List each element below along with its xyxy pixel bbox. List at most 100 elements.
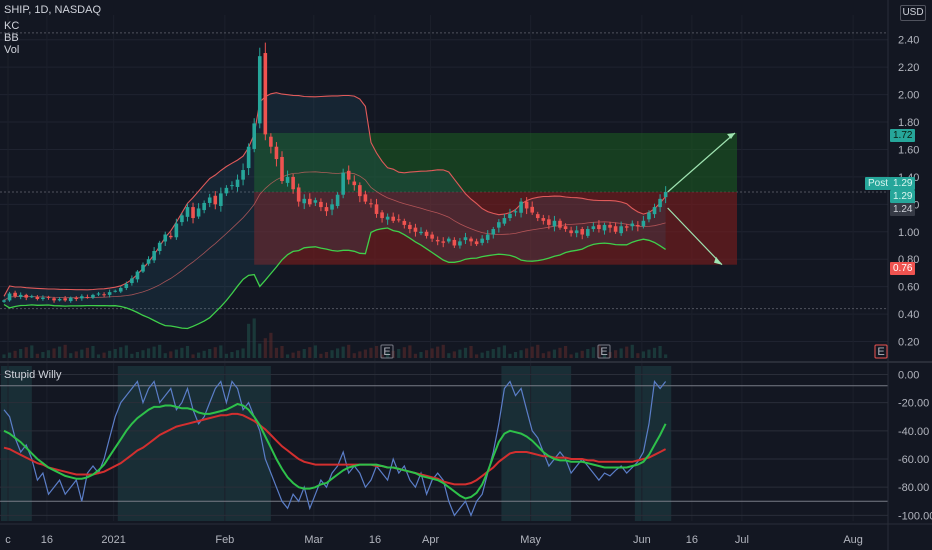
candle-body [57, 299, 62, 301]
currency-button[interactable]: USD [900, 5, 926, 21]
volume-bar [408, 345, 412, 358]
volume-bar [502, 345, 506, 358]
osc-tick-label: -20.00 [898, 398, 929, 410]
time-tick-label: 2021 [101, 534, 125, 546]
volume-bar [180, 347, 184, 358]
volume-bar [58, 346, 62, 358]
volume-bar [664, 354, 668, 358]
oscillator-title[interactable]: Stupid Willy [4, 369, 61, 381]
position-label-tag: Post [865, 177, 892, 190]
volume-bar [447, 353, 451, 358]
volume-bar [269, 332, 273, 358]
volume-bar [641, 351, 645, 358]
candle-body [430, 234, 434, 239]
candle-body [63, 298, 67, 301]
volume-bar [541, 353, 545, 358]
candle-body [146, 259, 151, 264]
time-tick-label: Aug [843, 534, 863, 546]
volume-bar [658, 346, 662, 358]
price-tick-label: 1.60 [898, 144, 919, 156]
candle-body [563, 226, 568, 230]
volume-bar [135, 352, 140, 358]
volume-bar [158, 344, 162, 358]
volume-bar [280, 346, 284, 358]
volume-bar [46, 350, 51, 358]
indicator-bb-label[interactable]: BB [4, 32, 19, 44]
price-tick-label: 2.40 [898, 35, 919, 47]
symbol-title[interactable]: SHIP, 1D, NASDAQ [4, 4, 101, 16]
volume-bar [419, 352, 423, 358]
candle-body [608, 224, 612, 228]
volume-bar [475, 354, 479, 358]
indicator-lines-layer [3, 92, 667, 330]
candle-body [447, 238, 451, 242]
candle-body [18, 294, 23, 297]
candle-body [13, 292, 17, 297]
volume-bar [52, 348, 56, 358]
volume-layer [2, 318, 668, 358]
candle-body [380, 212, 384, 219]
indicator-vol-label[interactable]: Vol [4, 44, 19, 56]
time-tick-label: 16 [41, 534, 53, 546]
volume-bar [652, 347, 657, 358]
candle-body [207, 197, 212, 203]
candle-body [202, 202, 206, 211]
candle-body [580, 229, 585, 235]
volume-bar [80, 349, 84, 358]
candle-body [274, 146, 279, 160]
volume-bar [124, 345, 128, 358]
chart-canvas[interactable]: 0.200.400.600.801.001.201.401.601.802.00… [0, 0, 932, 550]
candle-body [519, 201, 523, 213]
volume-bar [313, 345, 317, 358]
volume-bar [397, 349, 401, 358]
candle-body [285, 176, 290, 183]
candle-body [552, 220, 557, 227]
candle-body [124, 283, 129, 289]
candle-body [2, 300, 6, 302]
candle-body [308, 198, 312, 205]
candle-body [474, 241, 479, 245]
candle-body [241, 170, 245, 180]
volume-bar [152, 346, 156, 358]
entry-price-tag: 1.29 [890, 177, 916, 190]
candle-body [330, 204, 334, 210]
oscillator-shaded-band-0 [1, 366, 32, 521]
candle-body [658, 198, 662, 208]
price-tag: 1.24 [890, 203, 916, 216]
volume-bar [363, 349, 367, 358]
candle-body [74, 297, 79, 300]
indicator-kc-label[interactable]: KC [4, 20, 19, 32]
candle-body [46, 296, 51, 298]
volume-bar [575, 352, 579, 358]
candle-body [402, 220, 407, 225]
volume-bar [324, 352, 329, 358]
volume-bar [330, 350, 334, 358]
candle-body [335, 194, 340, 206]
volume-bar [291, 352, 295, 358]
volume-bar [586, 349, 590, 358]
volume-bar [580, 350, 584, 358]
candle-body [224, 187, 229, 194]
candle-body [408, 224, 412, 230]
candle-body [141, 264, 145, 272]
candle-body [535, 214, 540, 219]
volume-bar [547, 351, 551, 358]
candle-body [219, 193, 223, 206]
volume-bar [374, 346, 379, 358]
volume-bar [452, 351, 456, 358]
volume-bar [174, 349, 178, 358]
volume-bar [285, 354, 290, 358]
volume-bar [530, 346, 534, 358]
candle-body [113, 290, 117, 292]
earnings-marker-label: E [600, 346, 607, 358]
candle-body [530, 206, 534, 213]
candle-body [491, 229, 496, 235]
candle-body [191, 207, 195, 219]
candle-body [391, 216, 395, 221]
candle-body [324, 207, 329, 212]
candle-body [346, 170, 351, 180]
candle-body [485, 234, 490, 240]
volume-bar [235, 350, 240, 358]
volume-bar [536, 344, 540, 358]
volume-bar [430, 348, 434, 358]
